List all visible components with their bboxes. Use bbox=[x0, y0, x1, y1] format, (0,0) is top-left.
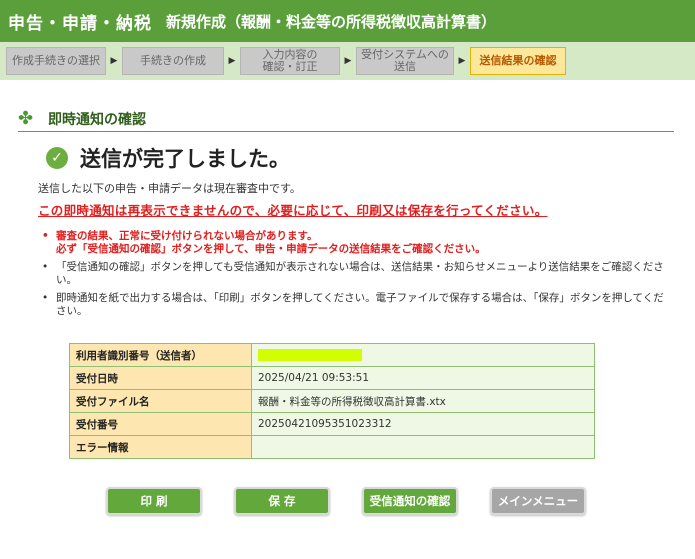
table-row: エラー情報 bbox=[69, 435, 595, 459]
step-confirm-result: 送信結果の確認 bbox=[470, 47, 566, 75]
table-label: 受付番号 bbox=[69, 412, 252, 436]
save-button[interactable]: 保 存 bbox=[234, 487, 330, 515]
completion-message: 送信が完了しました。 bbox=[80, 147, 290, 171]
triangle-right-icon: ▶ bbox=[228, 56, 236, 66]
triangle-right-icon: ▶ bbox=[344, 56, 352, 66]
completion-status: ✓ 送信が完了しました。 bbox=[46, 143, 290, 173]
step-confirm-input: 入力内容の 確認・訂正 bbox=[240, 47, 340, 75]
table-value: 報酬・料金等の所得税徴収高計算書.xtx bbox=[251, 389, 595, 413]
action-buttons: 印 刷 保 存 受信通知の確認 メインメニュー bbox=[106, 487, 592, 515]
masked-user-id bbox=[258, 349, 362, 361]
triangle-right-icon: ▶ bbox=[458, 56, 466, 66]
note-item-review: 審査の結果、正常に受け付けられない場合があります。 必ず「受信通知の確認」ボタン… bbox=[40, 230, 672, 256]
table-value bbox=[251, 343, 595, 367]
table-row: 利用者識別番号（送信者） bbox=[69, 343, 595, 367]
clover-icon: ✤ bbox=[18, 108, 34, 129]
receipt-check-button[interactable]: 受信通知の確認 bbox=[362, 487, 458, 515]
table-label: 受付日時 bbox=[69, 366, 252, 390]
submission-info-table: 利用者識別番号（送信者） 受付日時 2025/04/21 09:53:51 受付… bbox=[69, 343, 595, 459]
app-title: 申告・申請・納税 bbox=[8, 13, 152, 34]
step-send: 受付システムへの 送信 bbox=[356, 47, 454, 75]
note-item-print-save: 即時通知を紙で出力する場合は、「印刷」ボタンを押してください。電子ファイルで保存… bbox=[40, 292, 672, 318]
main-menu-button[interactable]: メインメニュー bbox=[490, 487, 586, 515]
step-select-procedure: 作成手続きの選択 bbox=[6, 47, 106, 75]
table-value: 20250421095351023312 bbox=[251, 412, 595, 436]
section-header: ✤ 即時通知の確認 bbox=[18, 106, 674, 132]
step-create-procedure: 手続きの作成 bbox=[122, 47, 224, 75]
status-description: 送信した以下の申告・申請データは現在審査中です。 bbox=[38, 182, 301, 195]
triangle-right-icon: ▶ bbox=[110, 56, 118, 66]
table-row: 受付番号 20250421095351023312 bbox=[69, 412, 595, 436]
step-confirm-input-label: 入力内容の 確認・訂正 bbox=[262, 48, 318, 73]
notes-list: 審査の結果、正常に受け付けられない場合があります。 必ず「受信通知の確認」ボタン… bbox=[40, 230, 672, 323]
table-value: 2025/04/21 09:53:51 bbox=[251, 366, 595, 390]
table-label: 受付ファイル名 bbox=[69, 389, 252, 413]
table-value bbox=[251, 435, 595, 459]
section-title: 即時通知の確認 bbox=[48, 111, 146, 128]
page-subtitle: 新規作成（報酬・料金等の所得税徴収高計算書） bbox=[166, 12, 497, 31]
table-row: 受付日時 2025/04/21 09:53:51 bbox=[69, 366, 595, 390]
note-item-receipt: 「受信通知の確認」ボタンを押しても受信通知が表示されない場合は、送信結果・お知ら… bbox=[40, 261, 672, 287]
reprint-warning: この即時通知は再表示できませんので、必要に応じて、印刷又は保存を行ってください。 bbox=[38, 203, 548, 218]
check-circle-icon: ✓ bbox=[46, 147, 68, 169]
app-header: 申告・申請・納税 新規作成（報酬・料金等の所得税徴収高計算書） bbox=[0, 0, 695, 42]
step-send-label: 受付システムへの 送信 bbox=[361, 48, 449, 73]
table-row: 受付ファイル名 報酬・料金等の所得税徴収高計算書.xtx bbox=[69, 389, 595, 413]
table-label: エラー情報 bbox=[69, 435, 252, 459]
progress-steps: 作成手続きの選択 ▶ 手続きの作成 ▶ 入力内容の 確認・訂正 ▶ 受付システム… bbox=[0, 42, 695, 80]
print-button[interactable]: 印 刷 bbox=[106, 487, 202, 515]
table-label: 利用者識別番号（送信者） bbox=[69, 343, 252, 367]
